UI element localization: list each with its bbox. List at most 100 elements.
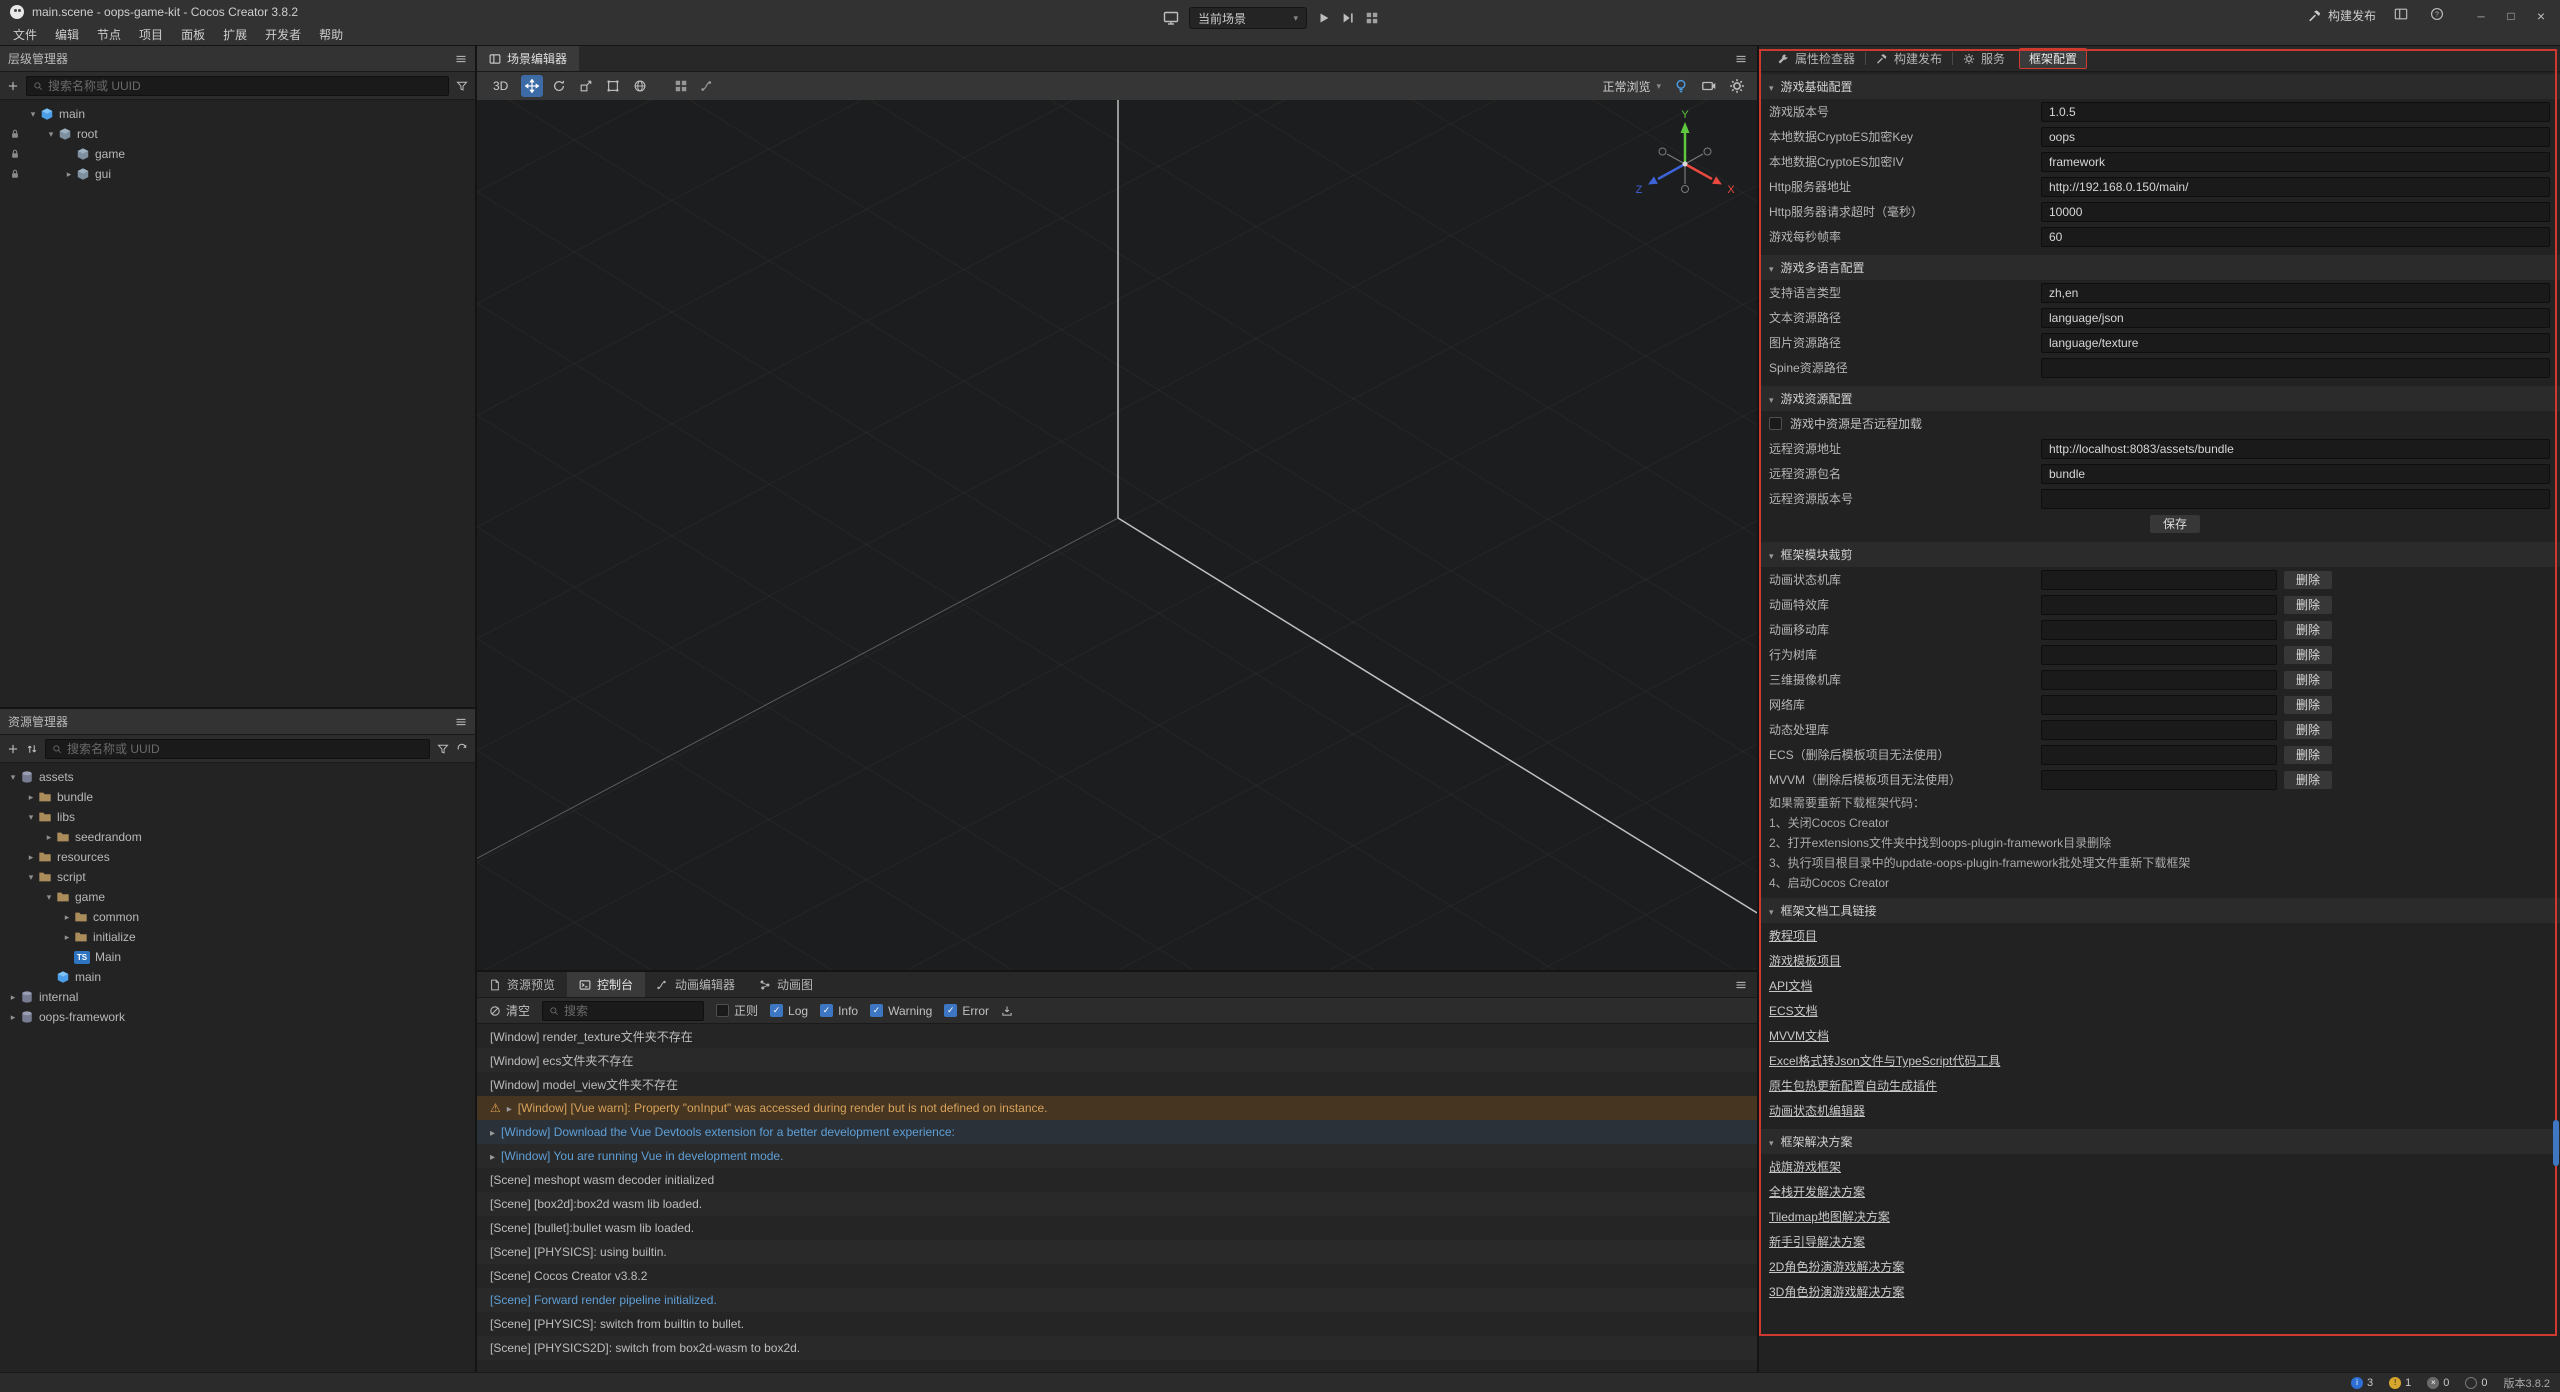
filter-error-checkbox[interactable]: Error: [944, 1004, 989, 1018]
menu-panel[interactable]: 面板: [172, 26, 214, 43]
log-line[interactable]: [Window] model_view文件夹不存在: [477, 1072, 1757, 1096]
save-button[interactable]: 保存: [2149, 514, 2201, 534]
filter-icon[interactable]: [437, 743, 449, 755]
menu-extension[interactable]: 扩展: [214, 26, 256, 43]
filter-log-checkbox[interactable]: Log: [770, 1004, 808, 1018]
module-path-input[interactable]: [2041, 620, 2277, 640]
tab-animation-graph[interactable]: 动画图: [747, 972, 825, 997]
filter-info-checkbox[interactable]: Info: [820, 1004, 858, 1018]
delete-button[interactable]: 删除: [2283, 695, 2333, 715]
languages-input[interactable]: zh,en: [2041, 283, 2550, 303]
asset-node-assets[interactable]: assets: [0, 767, 475, 787]
http-timeout-input[interactable]: 10000: [2041, 202, 2550, 222]
tab-inspector[interactable]: 属性检查器: [1767, 46, 1865, 72]
rect-tool-button[interactable]: [602, 75, 624, 97]
notification-count[interactable]: 0: [2465, 1377, 2487, 1389]
spine-path-input[interactable]: [2041, 358, 2550, 378]
build-publish-button[interactable]: 构建发布: [2308, 7, 2376, 24]
create-node-button[interactable]: [7, 80, 19, 92]
section-resource-config[interactable]: 游戏资源配置: [1759, 386, 2560, 411]
asset-node-script[interactable]: script: [0, 867, 475, 887]
tab-build-publish[interactable]: 构建发布: [1866, 46, 1952, 72]
doc-link[interactable]: ECS文档: [1769, 1002, 1818, 1019]
doc-link[interactable]: MVVM文档: [1769, 1027, 1829, 1044]
remote-load-checkbox[interactable]: [1769, 417, 1782, 430]
module-path-input[interactable]: [2041, 745, 2277, 765]
error-count[interactable]: 0: [2427, 1377, 2449, 1389]
preview-device-icon[interactable]: [1163, 10, 1179, 26]
asset-node-common[interactable]: common: [0, 907, 475, 927]
delete-button[interactable]: 删除: [2283, 570, 2333, 590]
remote-bundle-input[interactable]: bundle: [2041, 464, 2550, 484]
play-button[interactable]: [1317, 11, 1331, 25]
remote-url-input[interactable]: http://localhost:8083/assets/bundle: [2041, 439, 2550, 459]
filter-icon[interactable]: [456, 80, 468, 92]
refresh-icon[interactable]: [456, 743, 468, 755]
hierarchy-node-game[interactable]: game: [0, 144, 475, 164]
log-line[interactable]: [Scene] [PHYSICS2D]: switch from box2d-w…: [477, 1336, 1757, 1360]
tab-framework-config[interactable]: 框架配置: [2019, 48, 2087, 69]
help-icon[interactable]: [2430, 7, 2444, 24]
asset-node-main-scene[interactable]: main: [0, 967, 475, 987]
solution-link[interactable]: 2D角色扮演游戏解决方案: [1769, 1258, 1904, 1275]
layout-grid-icon[interactable]: [1365, 11, 1379, 25]
log-line[interactable]: [Scene] Cocos Creator v3.8.2: [477, 1264, 1757, 1288]
solution-link[interactable]: 全栈开发解决方案: [1769, 1183, 1865, 1200]
tab-asset-preview[interactable]: 资源预览: [477, 972, 567, 997]
delete-button[interactable]: 删除: [2283, 645, 2333, 665]
asset-node-bundle[interactable]: bundle: [0, 787, 475, 807]
log-line-info[interactable]: [Window] You are running Vue in developm…: [477, 1144, 1757, 1168]
scale-tool-button[interactable]: [575, 75, 597, 97]
gear-icon[interactable]: [1729, 78, 1745, 94]
log-line-info[interactable]: [Window] Download the Vue Devtools exten…: [477, 1120, 1757, 1144]
module-path-input[interactable]: [2041, 770, 2277, 790]
delete-button[interactable]: 删除: [2283, 770, 2333, 790]
close-button[interactable]: [2526, 8, 2556, 24]
camera-icon[interactable]: [1701, 78, 1717, 94]
tab-service[interactable]: 服务: [1953, 46, 2015, 72]
lock-icon[interactable]: [4, 168, 26, 180]
expand-icon[interactable]: [490, 1149, 495, 1163]
log-line[interactable]: [Scene] [PHYSICS]: switch from builtin t…: [477, 1312, 1757, 1336]
regex-checkbox[interactable]: 正则: [716, 1002, 758, 1019]
expand-icon[interactable]: [507, 1101, 512, 1115]
view-mode-select[interactable]: 正常浏览: [1602, 78, 1661, 95]
log-line[interactable]: [Scene] [box2d]:box2d wasm lib loaded.: [477, 1192, 1757, 1216]
minimize-button[interactable]: [2466, 9, 2496, 23]
menu-node[interactable]: 节点: [88, 26, 130, 43]
lock-icon[interactable]: [4, 148, 26, 160]
scene-viewport[interactable]: Y X Z: [477, 100, 1757, 970]
asset-node-oops-framework[interactable]: oops-framework: [0, 1007, 475, 1027]
layout-icon[interactable]: [2394, 7, 2408, 24]
preview-target-select[interactable]: 当前场景: [1189, 7, 1307, 29]
asset-node-game[interactable]: game: [0, 887, 475, 907]
assets-search-input[interactable]: 搜索名称或 UUID: [45, 739, 430, 759]
module-path-input[interactable]: [2041, 570, 2277, 590]
create-asset-button[interactable]: [7, 743, 19, 755]
doc-link[interactable]: 游戏模板项目: [1769, 952, 1841, 969]
module-path-input[interactable]: [2041, 720, 2277, 740]
remote-version-input[interactable]: [2041, 489, 2550, 509]
log-line-warning[interactable]: [Window] [Vue warn]: Property "onInput" …: [477, 1096, 1757, 1120]
menu-developer[interactable]: 开发者: [256, 26, 310, 43]
clear-console-button[interactable]: 清空: [489, 1002, 530, 1019]
delete-button[interactable]: 删除: [2283, 670, 2333, 690]
rotate-tool-button[interactable]: [548, 75, 570, 97]
tab-console[interactable]: 控制台: [567, 972, 645, 997]
hierarchy-node-root[interactable]: root: [0, 124, 475, 144]
scrollbar-thumb[interactable]: [2553, 1120, 2559, 1166]
hierarchy-search-input[interactable]: 搜索名称或 UUID: [26, 76, 449, 96]
menu-file[interactable]: 文件: [4, 26, 46, 43]
panel-menu-icon[interactable]: [1725, 972, 1757, 997]
log-line[interactable]: [Scene] meshopt wasm decoder initialized: [477, 1168, 1757, 1192]
text-path-input[interactable]: language/json: [2041, 308, 2550, 328]
chevron-down-icon[interactable]: [44, 129, 58, 140]
asset-node-internal[interactable]: internal: [0, 987, 475, 1007]
mode-3d-button[interactable]: 3D: [485, 75, 516, 97]
lock-icon[interactable]: [4, 128, 26, 140]
crypto-key-input[interactable]: oops: [2041, 127, 2550, 147]
doc-link[interactable]: Excel格式转Json文件与TypeScript代码工具: [1769, 1052, 2000, 1069]
hierarchy-node-main[interactable]: main: [0, 104, 475, 124]
console-search-input[interactable]: 搜索: [542, 1001, 704, 1021]
module-path-input[interactable]: [2041, 670, 2277, 690]
